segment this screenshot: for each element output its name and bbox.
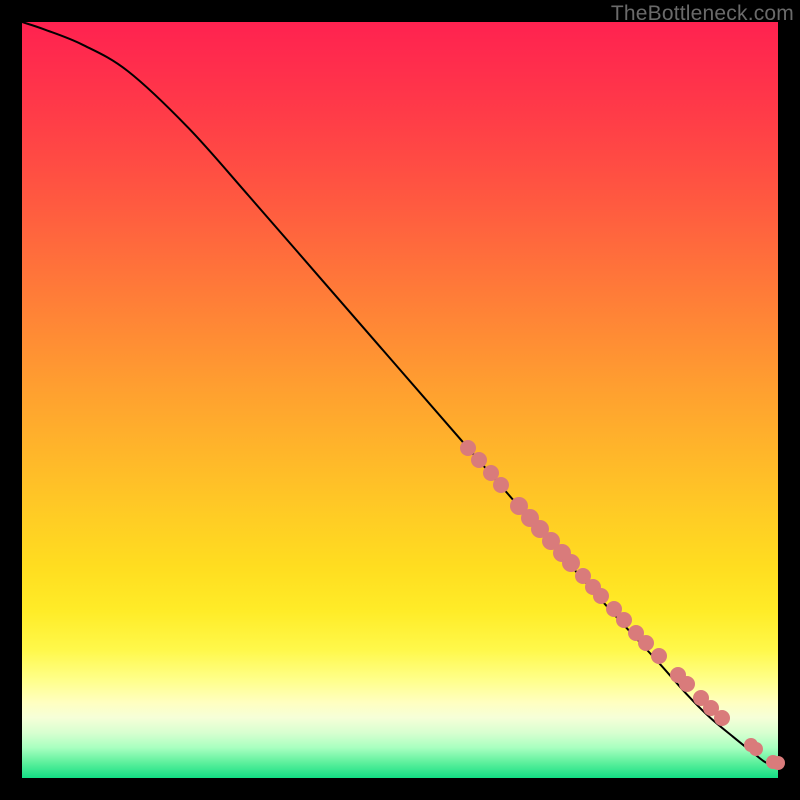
data-point bbox=[593, 588, 609, 604]
chart-stage: TheBottleneck.com bbox=[0, 0, 800, 800]
data-point bbox=[679, 676, 695, 692]
data-point bbox=[616, 612, 632, 628]
data-point bbox=[638, 635, 654, 651]
data-point bbox=[771, 756, 785, 770]
watermark-text: TheBottleneck.com bbox=[611, 2, 794, 26]
data-point bbox=[493, 477, 509, 493]
data-point bbox=[749, 742, 763, 756]
plot-area bbox=[22, 22, 778, 778]
data-point bbox=[714, 710, 730, 726]
curve-svg bbox=[22, 22, 778, 778]
data-point bbox=[651, 648, 667, 664]
